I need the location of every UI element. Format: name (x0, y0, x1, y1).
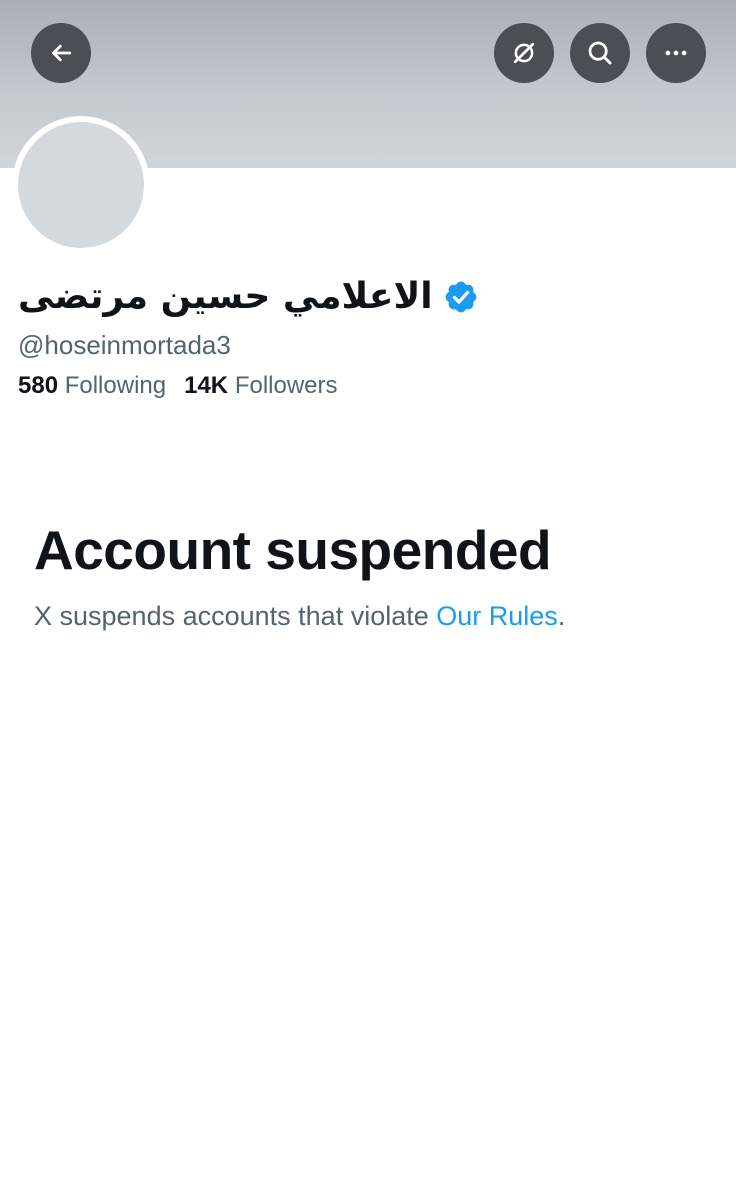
suspended-title: Account suspended (34, 519, 552, 581)
profile-stats: 580 Following 14K Followers (18, 370, 338, 402)
avatar[interactable] (18, 122, 144, 248)
followers-count: 14K (184, 372, 229, 399)
profile-name-row: الاعلامي حسين مرتضى (18, 268, 479, 326)
verified-badge-icon[interactable] (443, 279, 479, 315)
search-icon (588, 41, 612, 65)
our-rules-link[interactable]: Our Rules (436, 601, 558, 631)
following-label: Following (64, 372, 167, 399)
more-horizontal-icon (665, 50, 687, 56)
grok-button[interactable] (494, 23, 554, 83)
followers-label: Followers (234, 372, 338, 399)
avatar-frame (12, 116, 150, 254)
search-button[interactable] (570, 23, 630, 83)
back-button[interactable] (31, 23, 91, 83)
profile-handle: @hoseinmortada3 (18, 330, 231, 360)
suspended-description-period: . (557, 601, 566, 631)
following-count: 580 (18, 372, 59, 399)
grok-icon (513, 42, 535, 64)
display-name: الاعلامي حسين مرتضى (18, 276, 433, 317)
more-options-button[interactable] (646, 23, 706, 83)
followers-link[interactable]: 14K Followers (184, 370, 337, 402)
following-link[interactable]: 580 Following (18, 370, 166, 402)
suspended-description: X suspends accounts that violate Our Rul… (34, 598, 565, 634)
arrow-left-icon (52, 44, 72, 62)
suspended-description-text: X suspends accounts that violate (34, 601, 429, 631)
